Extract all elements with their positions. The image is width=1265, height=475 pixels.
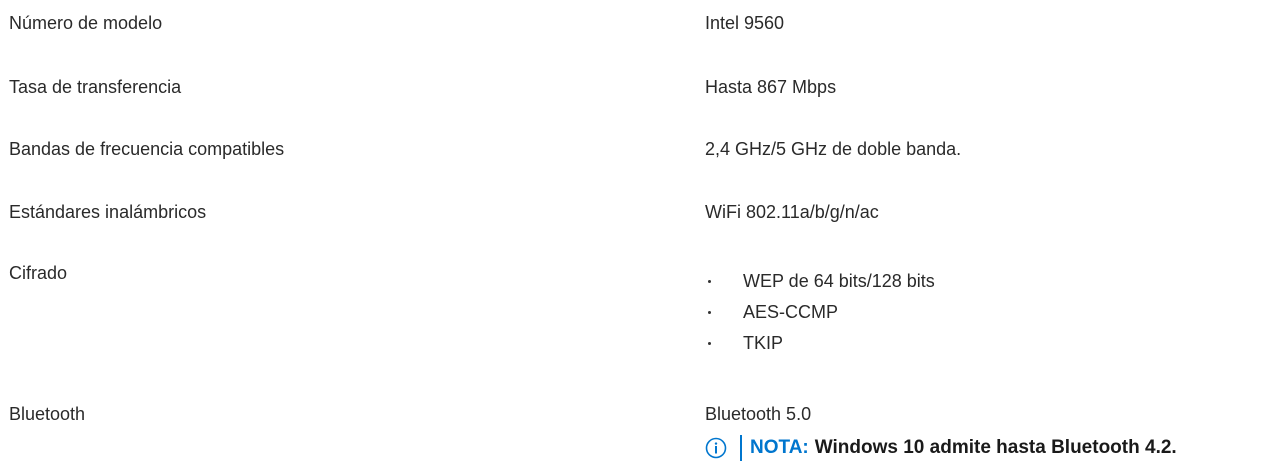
- note-divider: [740, 435, 742, 461]
- encryption-label: Cifrado: [9, 263, 68, 283]
- transfer-rate-label: Tasa de transferencia: [9, 77, 182, 97]
- list-item: WEP de 64 bits/128 bits: [705, 270, 935, 301]
- wireless-standards-label: Estándares inalámbricos: [9, 202, 207, 222]
- model-number-label: Número de modelo: [9, 13, 163, 33]
- bluetooth-label: Bluetooth: [9, 404, 86, 424]
- model-number-value: Intel 9560: [705, 13, 785, 33]
- info-icon: [705, 437, 727, 459]
- note-text: Windows 10 admite hasta Bluetooth 4.2.: [814, 437, 1177, 458]
- frequency-bands-label: Bandas de frecuencia compatibles: [9, 139, 285, 159]
- frequency-bands-value: 2,4 GHz/5 GHz de doble banda.: [705, 139, 962, 159]
- note-callout: NOTA: Windows 10 admite hasta Bluetooth …: [705, 435, 1177, 461]
- encryption-list: WEP de 64 bits/128 bits AES-CCMP TKIP: [705, 270, 935, 363]
- spec-table: Número de modelo Intel 9560 Tasa de tran…: [0, 0, 1265, 475]
- note-label: NOTA:: [750, 437, 809, 458]
- list-item: AES-CCMP: [705, 301, 935, 332]
- list-item: TKIP: [705, 332, 935, 363]
- bluetooth-value: Bluetooth 5.0: [705, 404, 812, 424]
- wireless-standards-value: WiFi 802.11a/b/g/n/ac: [705, 202, 879, 222]
- transfer-rate-value: Hasta 867 Mbps: [705, 77, 837, 97]
